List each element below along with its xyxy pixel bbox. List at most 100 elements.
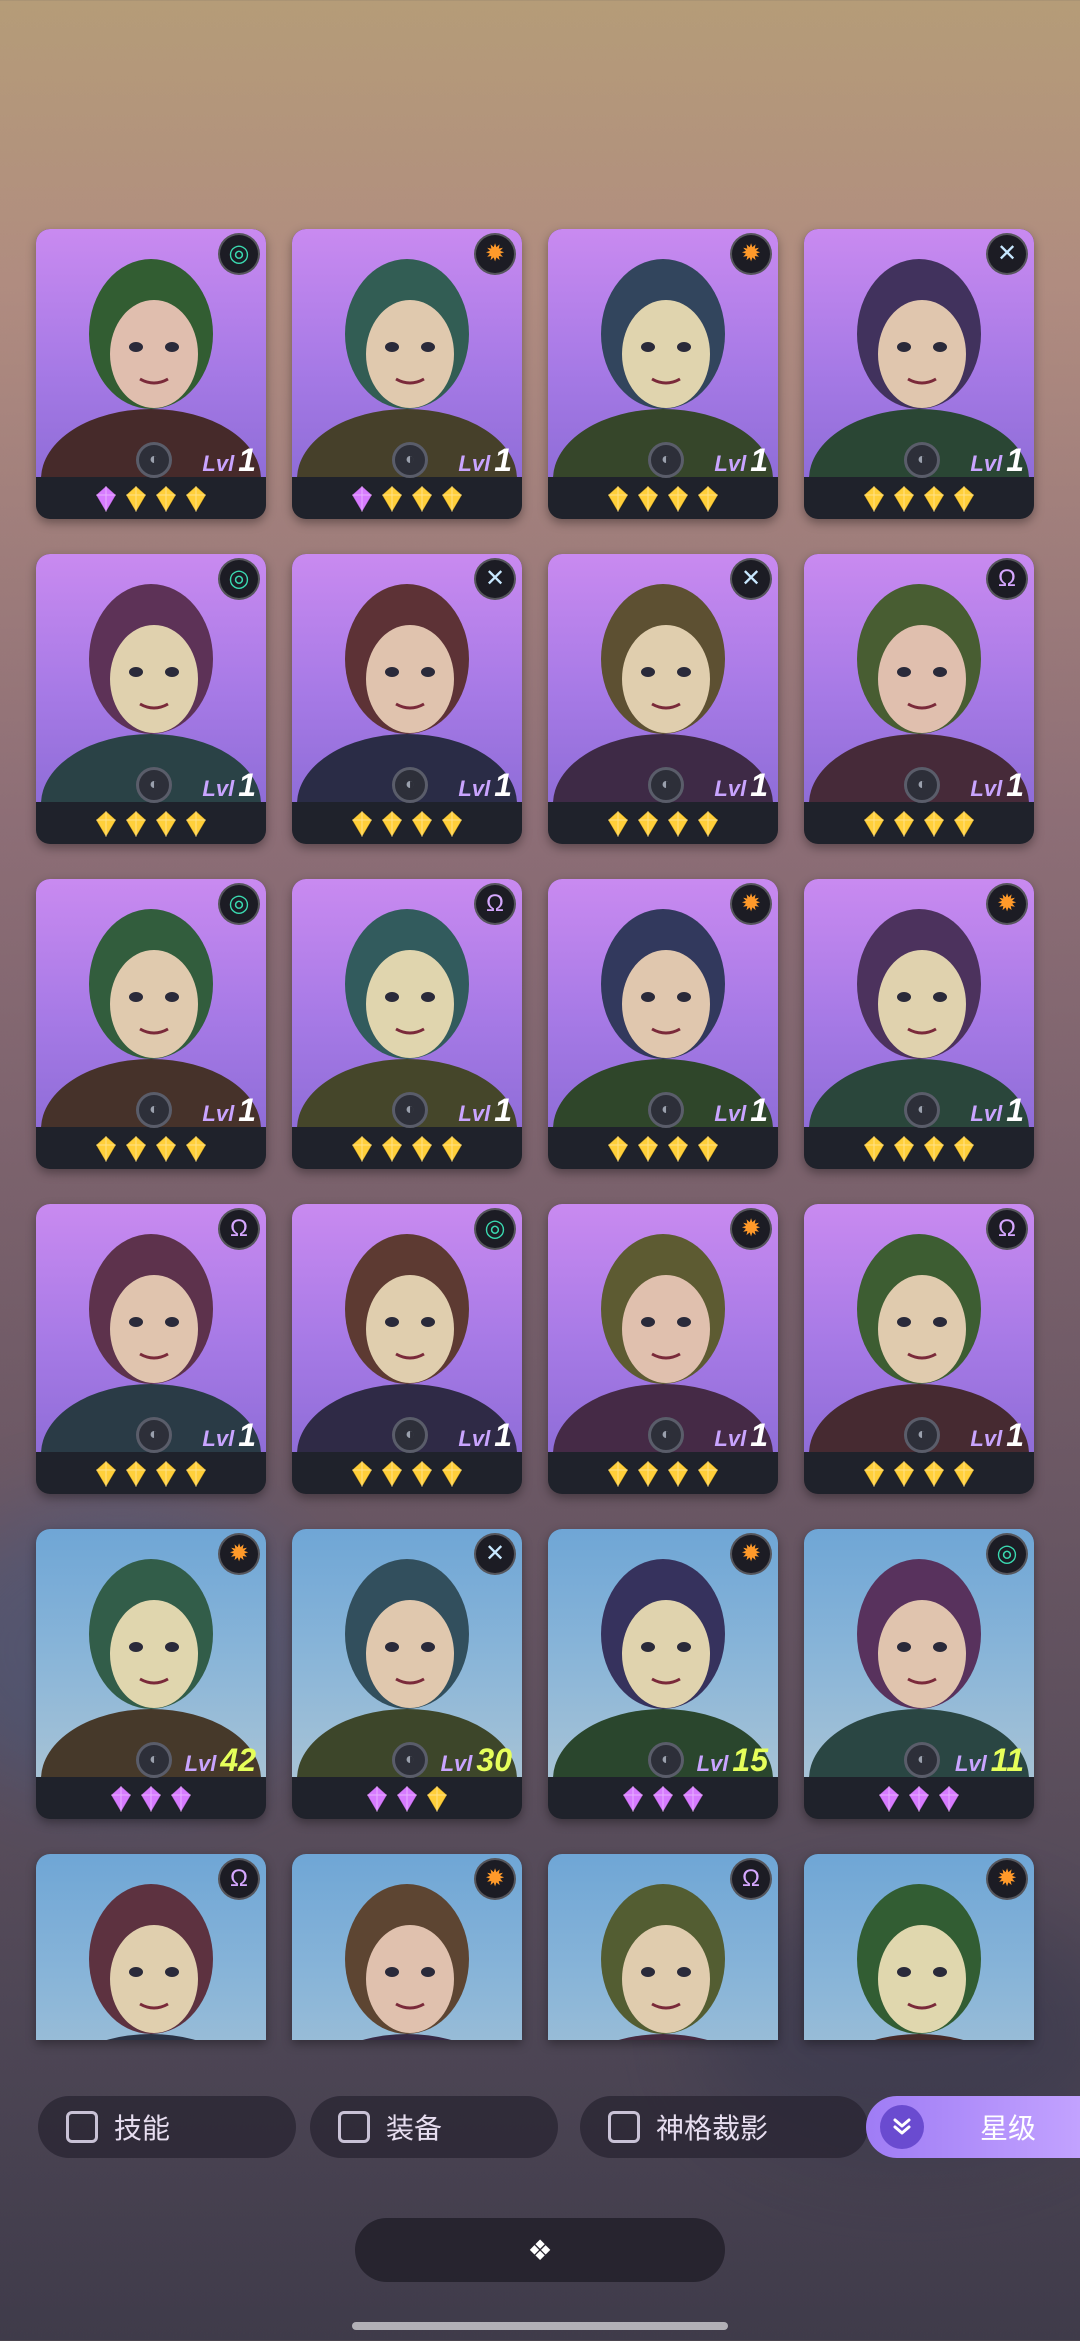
gold-gem-icon (637, 1135, 659, 1163)
collapse-button[interactable]: ❖ (355, 2218, 725, 2282)
star-gems (36, 479, 266, 519)
hero-card[interactable]: ✹ ◐ Lvl 42 (36, 1529, 266, 1819)
level-prefix: Lvl (970, 775, 1003, 801)
gold-gem-icon (893, 485, 915, 513)
hero-card[interactable]: ◎ ◐ Lvl 1 (292, 1204, 522, 1494)
purple-gem-icon (140, 1785, 162, 1813)
hero-card[interactable]: Ω ◐ Lvl 1 (292, 879, 522, 1169)
level-prefix: Lvl (202, 1100, 235, 1126)
gold-gem-icon (667, 485, 689, 513)
hero-card[interactable]: ◎ ◐ Lvl 1 (36, 554, 266, 844)
hero-level: Lvl 1 (714, 767, 768, 804)
level-prefix: Lvl (458, 775, 491, 801)
hero-card[interactable]: ✹ ◐ Lvl 1 (292, 229, 522, 519)
gold-gem-icon (441, 810, 463, 838)
hero-card[interactable]: ✕ ◐ Lvl 1 (292, 554, 522, 844)
equipment-checkbox[interactable] (338, 2111, 370, 2143)
hero-level: Lvl 1 (202, 1092, 256, 1129)
gold-gem-icon (381, 1460, 403, 1488)
gold-gem-icon (697, 810, 719, 838)
gold-gem-icon (697, 1460, 719, 1488)
hero-level: Lvl 11 (955, 1742, 1024, 1779)
level-number: 1 (238, 441, 256, 478)
hero-level: Lvl 1 (714, 1092, 768, 1129)
card-info-bar: ◐ Lvl 11 (804, 1742, 1034, 1778)
gold-gem-icon (441, 1135, 463, 1163)
omega-faction-icon: Ω (218, 1858, 260, 1900)
filter-divine-chip[interactable]: 神格裁影 (580, 2096, 868, 2158)
skill-checkbox[interactable] (66, 2111, 98, 2143)
omega-faction-icon: Ω (474, 883, 516, 925)
star-gems (548, 1454, 778, 1494)
hero-card[interactable]: ◎ ◐ Lvl 1 (36, 879, 266, 1169)
star-gems (804, 479, 1034, 519)
gold-gem-icon (923, 1460, 945, 1488)
card-info-bar: ◐ Lvl 1 (804, 1417, 1034, 1453)
progress-dial-icon: ◐ (904, 442, 940, 478)
gold-gem-icon (607, 810, 629, 838)
hero-level: Lvl 1 (970, 767, 1024, 804)
purple-gem-icon (682, 1785, 704, 1813)
gold-gem-icon (893, 1135, 915, 1163)
level-prefix: Lvl (714, 1425, 747, 1451)
hero-card[interactable]: ✹◐Lvl (292, 1854, 522, 2040)
star-gems (292, 1454, 522, 1494)
hero-level: Lvl 1 (202, 1417, 256, 1454)
omega-faction-icon: Ω (218, 1208, 260, 1250)
gold-gem-icon (863, 485, 885, 513)
diamond-cluster-icon: ❖ (527, 2234, 553, 2266)
gold-gem-icon (95, 1135, 117, 1163)
purple-gem-icon (95, 485, 117, 513)
hero-card[interactable]: ✹ ◐ Lvl 1 (804, 879, 1034, 1169)
cross-faction-icon: ✕ (986, 233, 1028, 275)
hero-card[interactable]: Ω ◐ Lvl 1 (36, 1204, 266, 1494)
hero-card[interactable]: ✹◐Lvl (804, 1854, 1034, 2040)
progress-dial-icon: ◐ (392, 1742, 428, 1778)
hero-card[interactable]: ✹ ◐ Lvl 1 (548, 229, 778, 519)
sun-faction-icon: ✹ (474, 233, 516, 275)
level-number: 1 (238, 1416, 256, 1453)
card-info-bar: ◐ Lvl 1 (292, 1092, 522, 1128)
level-prefix: Lvl (458, 450, 491, 476)
hero-card[interactable]: Ω ◐ Lvl 1 (804, 554, 1034, 844)
sort-star-button[interactable]: 星级 (866, 2096, 1080, 2158)
level-prefix: Lvl (714, 1100, 747, 1126)
hero-level: Lvl 1 (202, 767, 256, 804)
hero-card[interactable]: ✕ ◐ Lvl 30 (292, 1529, 522, 1819)
hero-card[interactable]: ✕ ◐ Lvl 1 (548, 554, 778, 844)
level-number: 1 (1006, 441, 1024, 478)
level-prefix: Lvl (970, 450, 1003, 476)
progress-dial-icon: ◐ (904, 1742, 940, 1778)
gold-gem-icon (411, 810, 433, 838)
gold-gem-icon (667, 1460, 689, 1488)
hero-card[interactable]: ✕ ◐ Lvl 1 (804, 229, 1034, 519)
hero-level: Lvl 1 (458, 1092, 512, 1129)
hero-level: Lvl 1 (970, 1092, 1024, 1129)
star-gems (804, 1129, 1034, 1169)
sun-faction-icon: ✹ (986, 883, 1028, 925)
home-indicator (352, 2322, 728, 2330)
hero-card[interactable]: Ω ◐ Lvl 1 (804, 1204, 1034, 1494)
hero-level: Lvl 1 (714, 442, 768, 479)
level-number: 1 (494, 1091, 512, 1128)
hero-card[interactable]: ◎ ◐ Lvl 11 (804, 1529, 1034, 1819)
hero-card[interactable]: Ω◐Lvl (36, 1854, 266, 2040)
hero-card[interactable]: ✹ ◐ Lvl 1 (548, 879, 778, 1169)
cross-faction-icon: ✕ (474, 558, 516, 600)
gold-gem-icon (953, 1135, 975, 1163)
omega-faction-icon: Ω (986, 558, 1028, 600)
gold-gem-icon (95, 810, 117, 838)
progress-dial-icon: ◐ (648, 1742, 684, 1778)
cross-faction-icon: ✕ (474, 1533, 516, 1575)
hero-card[interactable]: Ω◐Lvl (548, 1854, 778, 2040)
filter-equipment-chip[interactable]: 装备 (310, 2096, 558, 2158)
purple-gem-icon (622, 1785, 644, 1813)
divine-checkbox[interactable] (608, 2111, 640, 2143)
hero-card[interactable]: ✹ ◐ Lvl 15 (548, 1529, 778, 1819)
level-prefix: Lvl (954, 1750, 987, 1776)
filter-skill-chip[interactable]: 技能 (38, 2096, 296, 2158)
purple-gem-icon (652, 1785, 674, 1813)
gold-gem-icon (923, 1135, 945, 1163)
hero-card[interactable]: ◎ ◐ Lvl 1 (36, 229, 266, 519)
hero-card[interactable]: ✹ ◐ Lvl 1 (548, 1204, 778, 1494)
